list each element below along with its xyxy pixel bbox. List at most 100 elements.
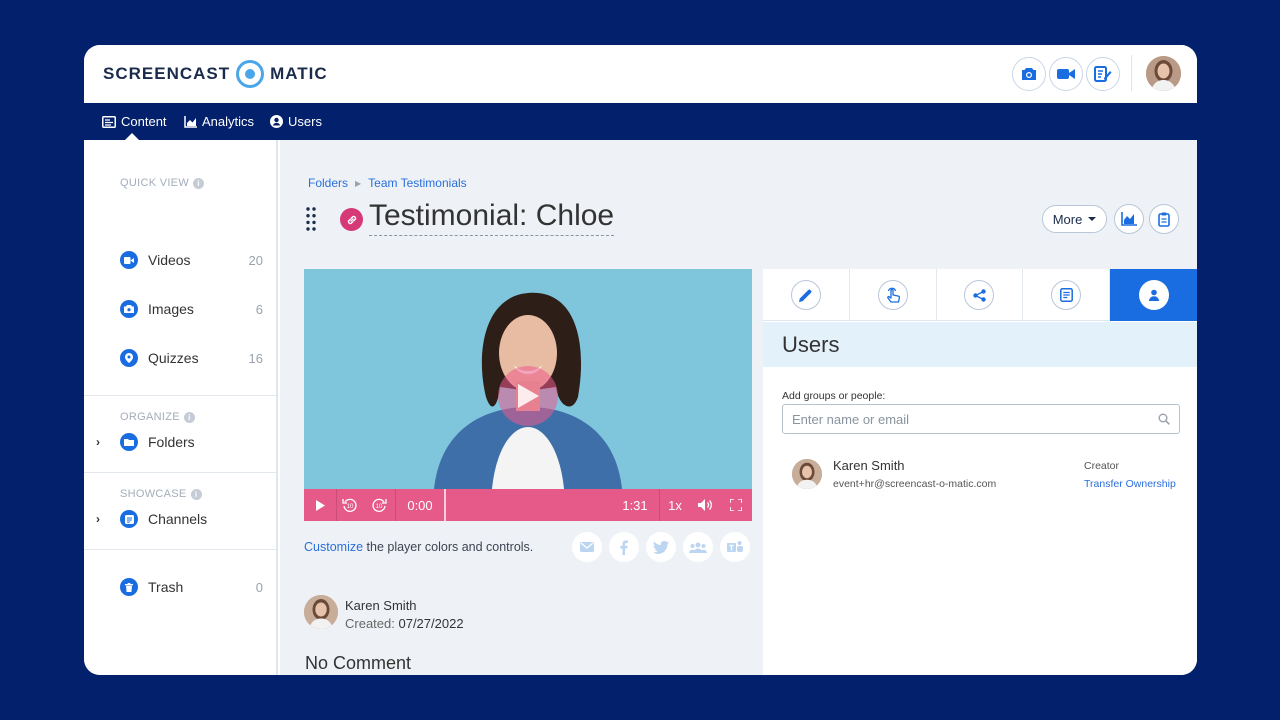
share-twitter-button[interactable] [646,532,676,562]
sidebar-item-channels[interactable]: Channels [120,508,263,530]
fullscreen-button[interactable] [720,489,752,521]
twitter-icon [653,540,669,554]
share-teams-button[interactable] [720,532,750,562]
chevron-right-icon[interactable]: › [96,435,100,449]
drag-handle-icon[interactable] [306,207,316,231]
brand-left: SCREENCAST [103,64,231,83]
clipboard-button[interactable] [1149,204,1179,234]
trash-count: 0 [255,579,263,595]
email-icon [580,542,594,552]
editor-button[interactable] [1086,57,1120,91]
nav-users-label: Users [288,114,322,129]
sidebar-divider [84,395,276,396]
edit-document-icon [1094,66,1112,82]
analytics-button[interactable] [1114,204,1144,234]
clipboard-icon [1158,212,1170,227]
share-facebook-button[interactable] [609,532,639,562]
brand-logo[interactable]: SCREENCAST MATIC [103,59,328,89]
video-player[interactable]: 10 10 0:00 1:31 1x [304,269,752,521]
sidebar-divider [84,549,276,550]
more-dropdown-button[interactable]: More [1042,205,1107,233]
play-small-icon [315,499,325,511]
rewind-10-button[interactable]: 10 [337,489,363,521]
speed-button[interactable]: 1x [660,489,690,521]
created-date-value: 07/27/2022 [398,616,464,631]
nav-content-label: Content [121,114,167,129]
nav-users[interactable]: Users [270,103,322,140]
forward-10-button[interactable]: 10 [363,489,395,521]
forward-10-icon: 10 [372,498,387,512]
video-icon [120,251,138,269]
notes-icon [1059,288,1073,302]
rewind-10-icon: 10 [342,498,357,512]
link-icon[interactable] [340,208,363,231]
screenshot-button[interactable] [1012,57,1046,91]
play-overlay-button[interactable] [498,366,558,426]
info-icon[interactable]: i [190,488,202,500]
quick-view-heading: QUICK VIEW i [120,177,205,189]
creator-date: Created: 07/27/2022 [345,616,464,631]
sidebar-item-label: Trash [148,579,184,595]
current-time: 0:00 [407,497,433,513]
main-nav: Content Analytics Users [84,103,1197,140]
creator-name: Karen Smith [345,598,417,613]
share-group-button[interactable] [683,532,713,562]
info-icon[interactable]: i [193,177,205,189]
record-video-button[interactable] [1049,57,1083,91]
volume-button[interactable] [690,489,720,521]
customize-link[interactable]: Customize [304,540,363,554]
sidebar-item-quizzes[interactable]: Quizzes 16 [120,347,263,369]
breadcrumb-folders[interactable]: Folders [308,176,348,190]
group-icon [689,542,707,553]
share-email-button[interactable] [572,532,602,562]
tab-share[interactable] [937,269,1024,321]
sidebar-item-videos[interactable]: Videos 20 [120,249,263,271]
breadcrumb-current[interactable]: Team Testimonials [368,176,466,190]
channel-icon [120,510,138,528]
page-title[interactable]: Testimonial: Chloe [369,198,615,236]
user-email: event+hr@screencast-o-matic.com [833,478,997,490]
caret-down-icon [1088,217,1097,221]
chevron-right-icon[interactable]: › [96,512,100,526]
transfer-ownership-link[interactable]: Transfer Ownership [1084,478,1176,490]
account-avatar[interactable] [1146,56,1181,91]
teams-icon [727,540,743,552]
volume-icon [697,499,712,511]
videos-count: 20 [248,252,263,268]
info-icon[interactable]: i [183,411,195,423]
images-count: 6 [255,301,263,317]
play-icon [518,384,539,408]
play-button[interactable] [304,489,336,521]
sidebar-item-trash[interactable]: Trash 0 [120,576,263,598]
tab-interactions[interactable] [850,269,937,321]
people-search-field [782,404,1180,434]
sidebar-item-folders[interactable]: Folders [120,431,263,453]
sidebar: QUICK VIEW i Videos 20 Images 6 Quizzes 1… [84,140,278,675]
share-icon [973,288,986,302]
tab-notes[interactable] [1023,269,1111,321]
folder-icon [120,433,138,451]
pencil-icon [799,289,812,302]
trash-icon [120,578,138,596]
breadcrumb-arrow-icon: ▶ [355,178,362,188]
toolbar-separator [1131,55,1132,91]
sidebar-item-label: Quizzes [148,350,199,366]
nav-analytics[interactable]: Analytics [184,103,254,140]
tab-users[interactable] [1110,269,1197,321]
sidebar-item-label: Folders [148,434,195,450]
people-search-input[interactable] [783,405,1143,433]
creator-avatar [304,595,338,629]
progress-bar[interactable] [444,489,611,521]
chart-icon [184,115,197,128]
facebook-icon [620,539,628,555]
main-content: Folders ▶ Team Testimonials Testimonial:… [280,140,1197,675]
search-icon [1158,413,1170,425]
sidebar-item-images[interactable]: Images 6 [120,298,263,320]
quiz-icon [120,349,138,367]
quizzes-count: 16 [248,350,263,366]
sidebar-item-label: Images [148,301,194,317]
creator-info: Karen Smith Created: 07/27/2022 [304,595,464,631]
organize-heading: ORGANIZE i [120,411,195,423]
fullscreen-icon [730,499,742,511]
tab-edit[interactable] [763,269,850,321]
